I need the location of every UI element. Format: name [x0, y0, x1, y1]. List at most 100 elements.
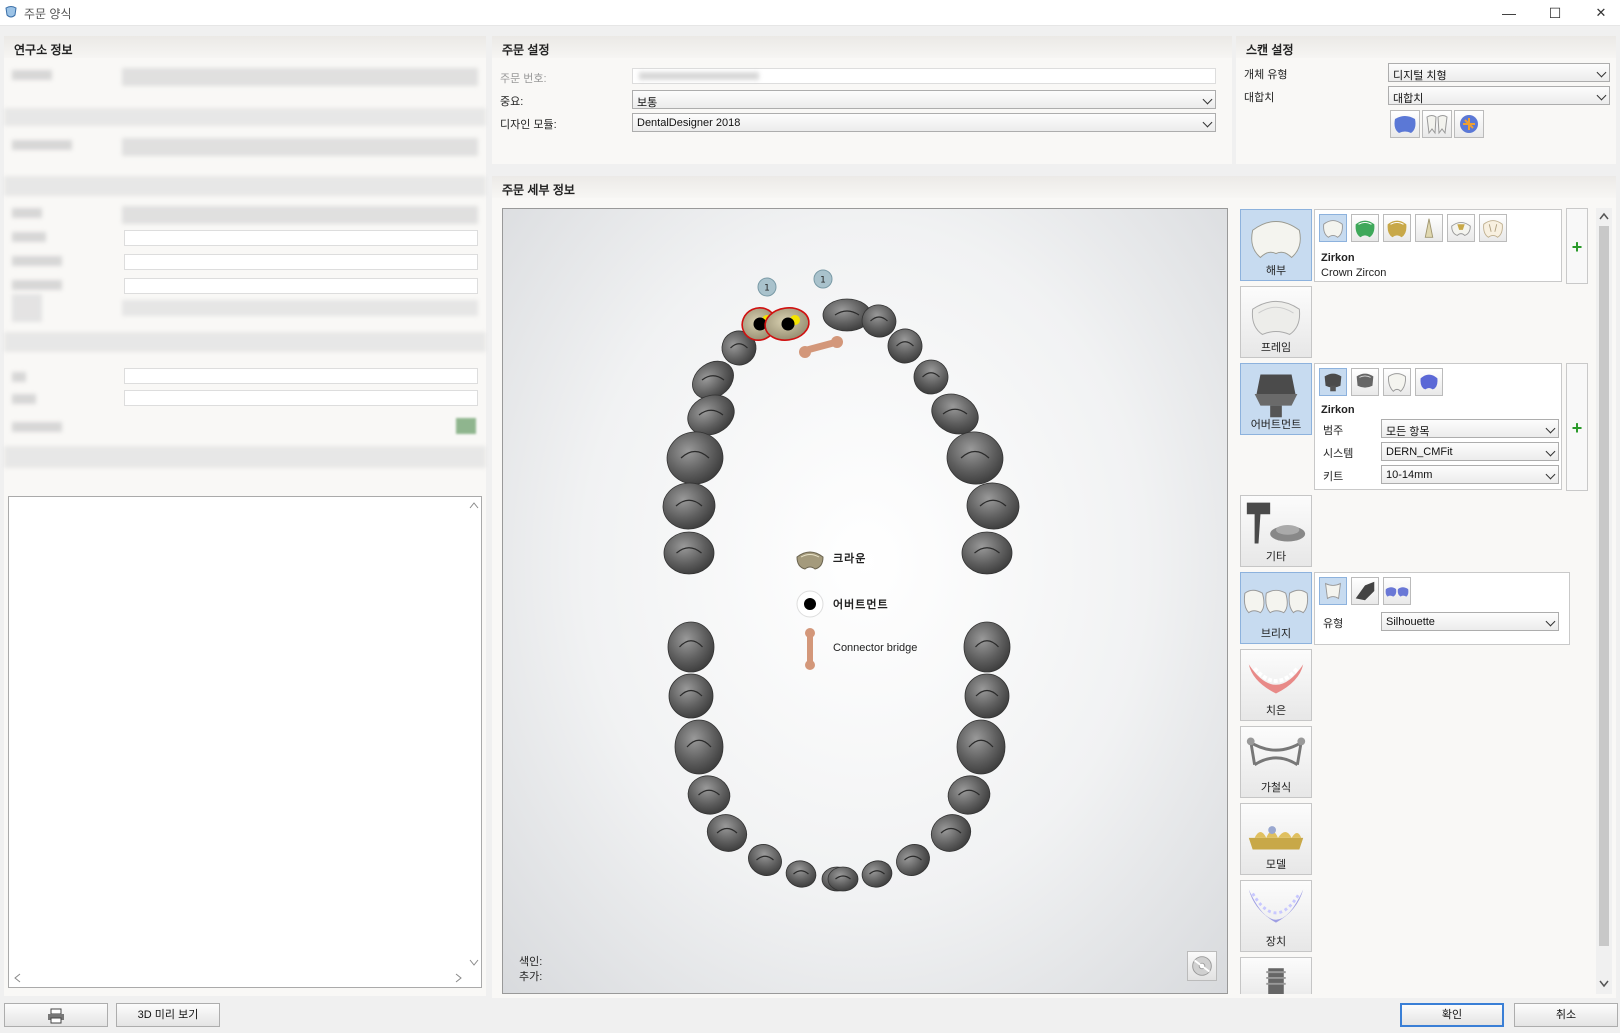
bridge-type-select[interactable]: Silhouette: [1381, 612, 1559, 631]
categories-scrollbar[interactable]: [1596, 208, 1612, 994]
tooth[interactable]: [859, 858, 895, 891]
preview-3d-button[interactable]: 3D 미리 보기: [116, 1003, 220, 1027]
tooth[interactable]: [674, 719, 724, 775]
scroll-left-icon[interactable]: [13, 973, 21, 983]
category-frame[interactable]: 프레임: [1240, 286, 1312, 358]
maximize-button[interactable]: ☐: [1532, 0, 1578, 26]
anatomy-type-button[interactable]: [1351, 214, 1379, 242]
tooth[interactable]: [943, 428, 1007, 489]
scroll-down-icon[interactable]: [469, 959, 479, 967]
lab-field[interactable]: [124, 278, 478, 294]
design-module-value: DentalDesigner 2018: [637, 117, 741, 129]
tooth[interactable]: [684, 771, 734, 819]
legend-crown-icon: [796, 551, 824, 570]
category-model[interactable]: 모델: [1240, 803, 1312, 875]
bite-scan-icon: [1460, 115, 1478, 133]
priority-select[interactable]: 보통: [632, 90, 1216, 109]
anatomy-type-button[interactable]: [1479, 214, 1507, 242]
category-abutment[interactable]: 어버트먼트: [1240, 363, 1312, 435]
tooth[interactable]: [964, 673, 1010, 719]
category-anatomy[interactable]: 해부: [1240, 209, 1312, 281]
add-abutment-button[interactable]: +: [1566, 363, 1588, 491]
tooth[interactable]: [743, 839, 787, 882]
add-anatomy-button[interactable]: +: [1566, 208, 1588, 284]
blurred-label: [12, 256, 62, 266]
abutment-category-select[interactable]: 모든 항목: [1381, 419, 1559, 438]
bridge-type-button[interactable]: [1383, 577, 1411, 605]
antagonist-label: 대합치: [1244, 92, 1275, 104]
ok-button[interactable]: 확인: [1400, 1003, 1504, 1027]
bridge-type-button[interactable]: [1319, 577, 1347, 605]
minimize-button[interactable]: —: [1486, 0, 1532, 26]
anatomy-type-button[interactable]: [1415, 214, 1443, 242]
abutment-system-label: 시스템: [1323, 448, 1354, 460]
abutment-system-select[interactable]: DERN_CMFit: [1381, 442, 1559, 461]
object-type-select[interactable]: 디지털 치형: [1388, 63, 1610, 82]
order-number-field[interactable]: [632, 68, 1216, 84]
antagonist-select[interactable]: 대합치: [1388, 86, 1610, 105]
lab-field[interactable]: [124, 230, 478, 246]
notes-textarea[interactable]: [8, 496, 482, 988]
blurred-button[interactable]: [456, 418, 476, 434]
lab-field[interactable]: [124, 368, 478, 384]
tooth[interactable]: [944, 771, 994, 819]
tooth[interactable]: [965, 481, 1021, 531]
anatomy-type-button[interactable]: [1383, 214, 1411, 242]
scrollbar-thumb[interactable]: [1599, 226, 1609, 946]
tooth[interactable]: [668, 673, 714, 719]
scan-settings-panel: 스캔 설정 개체 유형 디지털 치형 대합치 대합치: [1236, 36, 1616, 164]
category-appliance-label: 장치: [1265, 936, 1287, 948]
abutment-type-button[interactable]: [1319, 368, 1347, 396]
cancel-button[interactable]: 취소: [1514, 1003, 1618, 1027]
chevron-down-icon: [1596, 90, 1607, 101]
abutment-type-button[interactable]: [1351, 368, 1379, 396]
tooth[interactable]: [925, 808, 976, 858]
scan-option-button[interactable]: [1454, 110, 1484, 138]
tooth[interactable]: [961, 531, 1013, 575]
scan-option-button[interactable]: [1422, 110, 1452, 138]
tooth-badge-number: 1: [764, 284, 770, 294]
bridge-options-panel: 유형 Silhouette: [1314, 572, 1570, 645]
tooth[interactable]: [827, 866, 859, 892]
close-button[interactable]: ✕: [1578, 0, 1620, 26]
category-gingiva[interactable]: 치은: [1240, 649, 1312, 721]
tooth[interactable]: [783, 858, 819, 891]
view-reset-button[interactable]: [1187, 951, 1217, 981]
tooth[interactable]: [663, 428, 727, 489]
tooth[interactable]: [701, 808, 752, 858]
category-bridge[interactable]: 브리지: [1240, 572, 1312, 644]
scroll-up-icon[interactable]: [1599, 212, 1609, 220]
abutment-type-button[interactable]: [1383, 368, 1411, 396]
abutment-kit-label: 키트: [1323, 471, 1344, 483]
lab-field[interactable]: [124, 390, 478, 406]
scroll-right-icon[interactable]: [455, 973, 463, 983]
category-removable[interactable]: 가철식: [1240, 726, 1312, 798]
extra-label: 추가:: [519, 971, 543, 983]
anatomy-type-button[interactable]: [1447, 214, 1475, 242]
bridge-type-button[interactable]: [1351, 577, 1379, 605]
tooth-chart-viewport[interactable]: 1 1 크라운 어버트먼트 Connector bridge 색인: 추가:: [502, 208, 1228, 994]
chevron-down-icon: [1202, 94, 1213, 105]
gingiva-icon: [1248, 664, 1304, 694]
scroll-down-icon[interactable]: [1599, 980, 1609, 988]
blurred-label: [12, 394, 36, 404]
tooth[interactable]: [956, 719, 1006, 775]
tooth[interactable]: [667, 621, 715, 673]
scan-option-button[interactable]: [1390, 110, 1420, 138]
category-implant-partial[interactable]: [1240, 957, 1312, 994]
tooth[interactable]: [963, 621, 1011, 673]
blurred-section-header: [4, 108, 486, 126]
category-other[interactable]: 기타: [1240, 495, 1312, 567]
lab-field[interactable]: [124, 254, 478, 270]
category-appliance[interactable]: 장치: [1240, 880, 1312, 952]
design-module-select[interactable]: DentalDesigner 2018: [632, 113, 1216, 132]
abutment-kit-select[interactable]: 10-14mm: [1381, 465, 1559, 484]
print-button[interactable]: [4, 1003, 108, 1027]
anatomy-type-button[interactable]: [1319, 214, 1347, 242]
tooth[interactable]: [891, 839, 935, 882]
frame-icon: [1251, 300, 1301, 335]
abutment-type-button[interactable]: [1415, 368, 1443, 396]
tooth[interactable]: [661, 481, 717, 531]
scroll-up-icon[interactable]: [469, 501, 479, 509]
tooth[interactable]: [663, 531, 715, 575]
